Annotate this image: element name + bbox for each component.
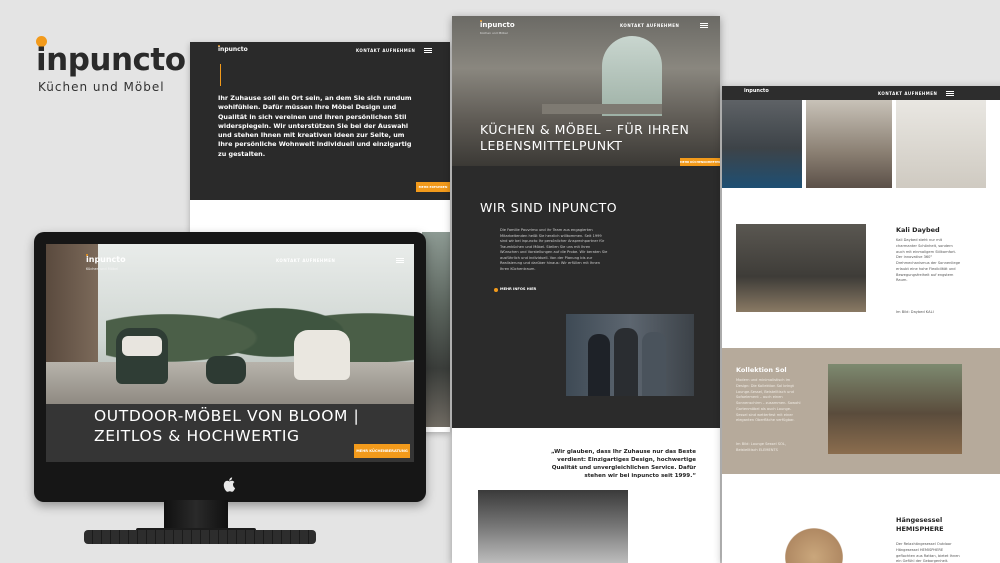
white-patio-photo [896, 100, 986, 188]
mini-logo-word: inpuncto [744, 88, 769, 94]
terrace-lounge-photo [806, 100, 892, 188]
person-silhouette [588, 334, 610, 396]
hero-title: OUTDOOR-MÖBEL VON BLOOM | ZEITLOS & HOCH… [94, 407, 360, 446]
hamburger-icon[interactable] [946, 91, 954, 96]
page-mockup-collection: inpuncto KONTAKT AUFNEHMEN Kali Daybed K… [722, 86, 1000, 563]
sol-description: Modern und minimalistisch im Design: Die… [736, 378, 801, 423]
sol-title: Kollektion Sol [736, 366, 787, 374]
section-title: WIR SIND INPUNCTO [480, 200, 618, 215]
mini-logo-tagline: Küchen und Möbel [480, 31, 508, 35]
kitchen-island [542, 104, 662, 114]
nav-contact-link[interactable]: KONTAKT AUFNEHMEN [878, 91, 937, 96]
team-photo [566, 314, 694, 396]
kitchen-drawer-photo [478, 490, 628, 563]
nav-contact-link[interactable]: KONTAKT AUFNEHMEN [276, 258, 335, 263]
keyboard [84, 530, 316, 544]
more-info-button[interactable]: MEHR ERFAHREN [416, 182, 450, 192]
sol-deck-photo [828, 364, 962, 454]
imac-device: inpuncto Küchen und Möbel KONTAKT AUFNEH… [34, 232, 426, 502]
imac-screen: inpuncto Küchen und Möbel KONTAKT AUFNEH… [46, 244, 414, 462]
about-intro-text: Ihr Zuhause soll ein Ort sein, an dem Si… [218, 94, 412, 158]
kali-caption: Im Bild: Daybed KALI [896, 310, 934, 314]
pool-daybed-photo [722, 100, 802, 188]
page-mockup-home: inpuncto Küchen und Möbel KONTAKT AUFNEH… [452, 16, 720, 563]
logo-tagline: Küchen und Möbel [38, 80, 165, 94]
person-silhouette [642, 332, 666, 396]
imac-stand [164, 500, 228, 530]
side-table [206, 356, 246, 384]
section-body: Die Familie Pauvrimo und ihr Team aus en… [500, 228, 608, 271]
kali-description: Kali Daybed steht nur mit charmanter Sch… [896, 238, 961, 283]
more-info-link[interactable]: MEHR INFOS HIER [500, 287, 536, 291]
logo-wordmark: inpuncto [36, 42, 186, 78]
hero-cta-button[interactable]: MEHR KÜCHENKOMPETENZ [680, 158, 720, 166]
hamburger-icon[interactable] [424, 48, 432, 53]
mini-logo-word: inpuncto [480, 21, 515, 29]
nav-contact-link[interactable]: KONTAKT AUFNEHMEN [620, 23, 679, 28]
accent-line [220, 64, 221, 86]
chair-cushion [122, 336, 162, 356]
apple-icon [223, 477, 236, 492]
brand-quote: „Wir glauben, dass Ihr Zuhause nur das B… [551, 449, 696, 480]
hanging-chair-photo [736, 504, 866, 563]
hamburger-icon[interactable] [700, 23, 708, 28]
lounge-chair [294, 330, 350, 380]
person-silhouette [614, 328, 638, 396]
hemisphere-description: Der Relaxhängesessel Outdoor Hängesessel… [896, 542, 960, 563]
mini-logo-word: inpuncto [218, 46, 248, 53]
sol-caption: Im Bild: Lounge Sessel SOL, Beistelltisc… [736, 442, 786, 452]
hero-cta-button[interactable]: MEHR KÜCHENBERATUNG [354, 444, 410, 458]
mini-logo-word: inpuncto [86, 255, 126, 264]
about-dark-section: inpuncto KONTAKT AUFNEHMEN Ihr Zuhause s… [190, 42, 450, 200]
hemisphere-title: Hängesessel HEMISPHERE [896, 516, 944, 534]
kali-daybed-photo [736, 224, 866, 312]
nav-contact-link[interactable]: KONTAKT AUFNEHMEN [356, 48, 415, 53]
mini-logo: inpuncto [218, 45, 248, 53]
mini-logo-tagline: Küchen und Möbel [86, 267, 119, 271]
hero-title: KÜCHEN & MÖBEL – FÜR IHREN LEBENSMITTELP… [480, 122, 690, 154]
hamburger-icon[interactable] [396, 258, 404, 263]
collection-header: inpuncto KONTAKT AUFNEHMEN [722, 86, 1000, 100]
kali-title: Kali Daybed [896, 226, 940, 234]
interior-photo [422, 232, 450, 427]
arrow-dot-icon [494, 288, 498, 292]
